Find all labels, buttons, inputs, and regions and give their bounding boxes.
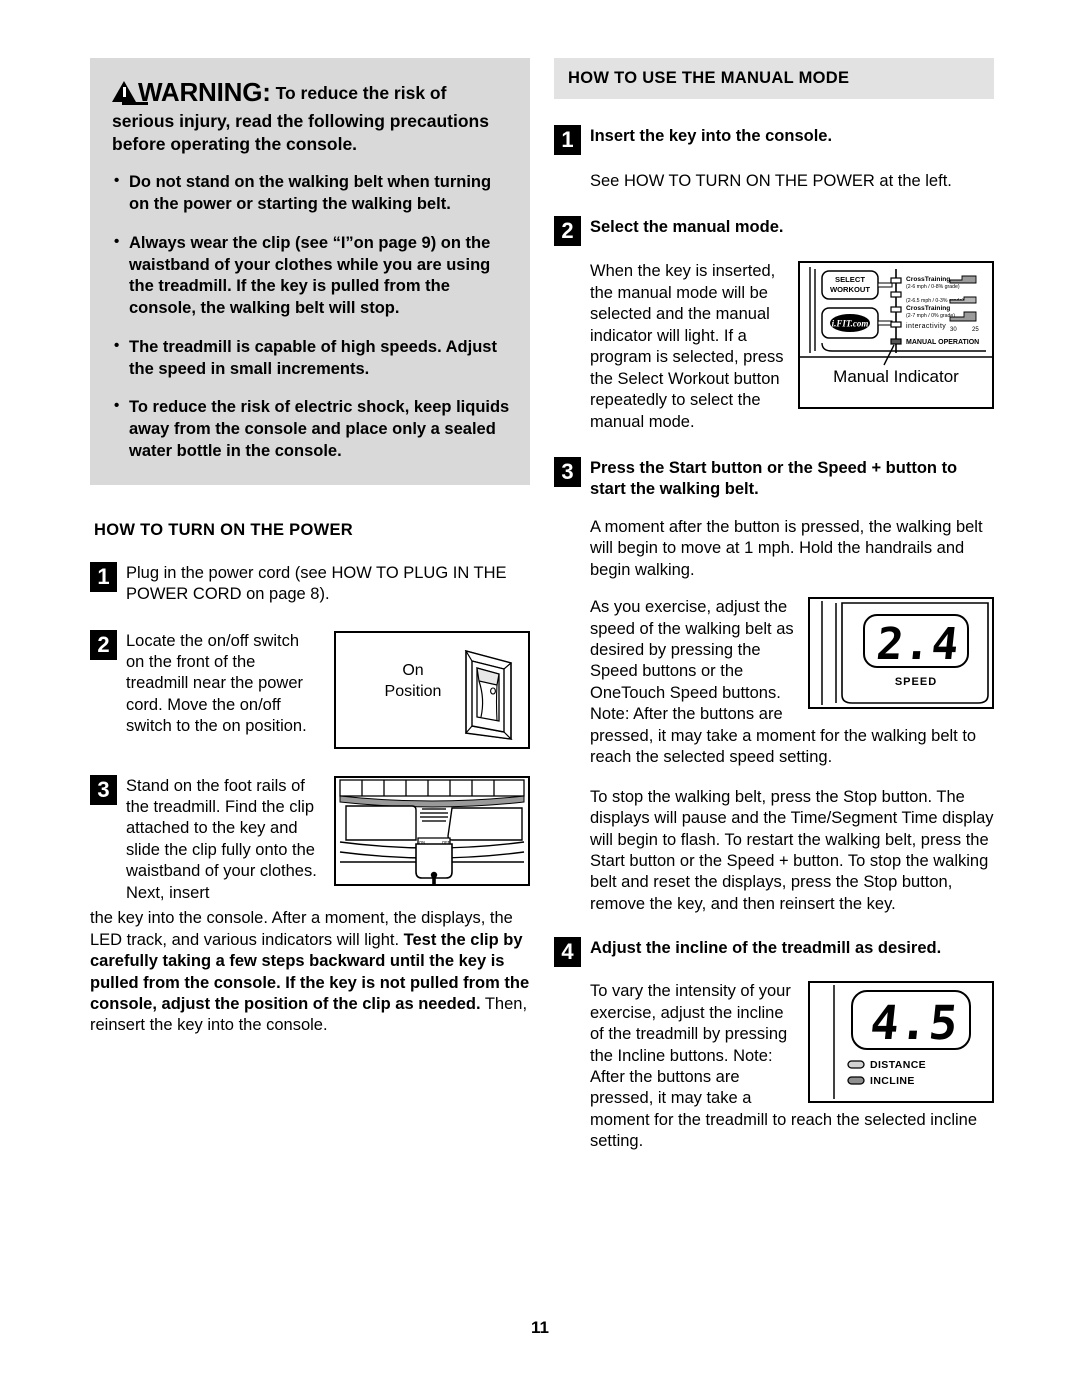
speed-display-illustration: 2.4 SPEED xyxy=(821,601,989,706)
power-step-2: 2 On Position Locate the on/off switch o… xyxy=(90,629,530,749)
svg-text:WORKOUT: WORKOUT xyxy=(830,285,870,294)
svg-text:SPEED: SPEED xyxy=(895,676,937,688)
svg-text:4.5: 4.5 xyxy=(868,996,962,1051)
on-position-figure: On Position xyxy=(334,630,530,749)
speed-display-figure: 2.4 SPEED xyxy=(808,597,994,710)
warning-bullet: Do not stand on the walking belt when tu… xyxy=(112,171,510,216)
warning-box: WARNING: To reduce the risk of serious i… xyxy=(90,58,530,485)
warning-heading: WARNING: To reduce the risk of serious i… xyxy=(112,76,510,155)
svg-text:25: 25 xyxy=(972,327,979,333)
svg-text:SELECT: SELECT xyxy=(835,275,865,284)
step-number-badge: 2 xyxy=(90,629,117,660)
svg-text:interactivity: interactivity xyxy=(906,323,946,330)
warning-bullet-list: Do not stand on the walking belt when tu… xyxy=(112,171,510,462)
power-step-1: 1 Plug in the power cord (see HOW TO PLU… xyxy=(90,561,530,606)
warning-bullet: To reduce the risk of electric shock, ke… xyxy=(112,396,510,462)
manual-step-2-row: SELECT WORKOUT i.FIT.com CrossTraining (… xyxy=(590,261,994,433)
manual-step-4: 4 Adjust the incline of the treadmill as… xyxy=(554,937,994,968)
warning-triangle-icon xyxy=(112,81,148,105)
page-number: 11 xyxy=(531,1318,549,1337)
step-number-badge: 4 xyxy=(554,937,581,968)
manual-step-1: 1 Insert the key into the console. xyxy=(554,125,994,155)
step-number-badge: 1 xyxy=(554,125,581,155)
manual-step-4-row: 4.5 DISTANCE INCLINE To vary the intensi… xyxy=(590,981,994,1153)
manual-section-heading: HOW TO USE THE MANUAL MODE xyxy=(554,58,994,99)
manual-indicator-caption: Manual Indicator xyxy=(833,367,959,387)
step-number-badge: 3 xyxy=(90,774,117,805)
power-step-3: 3 ON OFF Stand on the foot rails of the … xyxy=(90,774,530,905)
svg-text:CrossTraining: CrossTraining xyxy=(906,276,950,283)
svg-text:MANUAL OPERATION: MANUAL OPERATION xyxy=(906,339,979,346)
warning-colon: : xyxy=(262,77,271,107)
manual-step-3: 3 Press the Start button or the Speed + … xyxy=(554,456,994,501)
right-column: HOW TO USE THE MANUAL MODE 1 Insert the … xyxy=(554,58,994,1153)
warning-bullet: Always wear the clip (see “I”on page 9) … xyxy=(112,232,510,320)
manual-page: WARNING: To reduce the risk of serious i… xyxy=(0,0,1080,1397)
warning-word: WARNING xyxy=(138,77,263,107)
step-number-badge: 2 xyxy=(554,216,581,247)
manual-step-3-row: 2.4 SPEED As you exercise, adjust the sp… xyxy=(590,597,994,769)
svg-text:CrossTraining: CrossTraining xyxy=(906,305,950,312)
manual-step-2: 2 Select the manual mode. xyxy=(554,216,994,247)
left-column: WARNING: To reduce the risk of serious i… xyxy=(90,58,530,1153)
manual-step-3-body-3: To stop the walking belt, press the Stop… xyxy=(590,787,994,913)
manual-step-3-body-1: A moment after the button is pressed, th… xyxy=(590,517,983,579)
power-section-heading: HOW TO TURN ON THE POWER xyxy=(94,520,353,539)
step-number-badge: 1 xyxy=(90,561,117,592)
manual-step-1-body: See HOW TO TURN ON THE POWER at the left… xyxy=(590,172,952,190)
svg-text:2.4: 2.4 xyxy=(874,619,962,670)
step-title: Select the manual mode. xyxy=(590,218,784,237)
svg-text:DISTANCE: DISTANCE xyxy=(870,1059,926,1071)
console-manual-indicator-figure: SELECT WORKOUT i.FIT.com CrossTraining (… xyxy=(798,261,994,410)
treadmill-base-illustration: POWER ON OFF xyxy=(339,778,525,884)
step-title: Adjust the incline of the treadmill as d… xyxy=(590,939,942,958)
svg-text:i.FIT.com: i.FIT.com xyxy=(832,319,869,329)
svg-text:(2-7 mph / 0% grade): (2-7 mph / 0% grade) xyxy=(906,313,955,319)
step-title: Insert the key into the console. xyxy=(590,127,833,145)
svg-text:(2-6 mph / 0-8% grade): (2-6 mph / 0-8% grade) xyxy=(906,284,960,290)
incline-display-illustration: 4.5 DISTANCE INCLINE xyxy=(833,985,971,1100)
svg-text:30: 30 xyxy=(950,327,957,333)
warning-bullet: The treadmill is capable of high speeds.… xyxy=(112,336,510,381)
step-text: Plug in the power cord (see HOW TO PLUG … xyxy=(126,563,507,604)
rocker-switch-illustration xyxy=(464,649,513,740)
two-column-layout: WARNING: To reduce the risk of serious i… xyxy=(90,58,995,1153)
treadmill-base-figure: POWER ON OFF xyxy=(334,775,530,886)
svg-text:INCLINE: INCLINE xyxy=(870,1075,915,1087)
incline-display-figure: 4.5 DISTANCE INCLINE xyxy=(808,981,994,1104)
step-number-badge: 3 xyxy=(554,456,581,487)
step-3-continued: the key into the console. After a moment… xyxy=(90,908,530,1037)
step-title: Press the Start button or the Speed + bu… xyxy=(590,458,958,499)
